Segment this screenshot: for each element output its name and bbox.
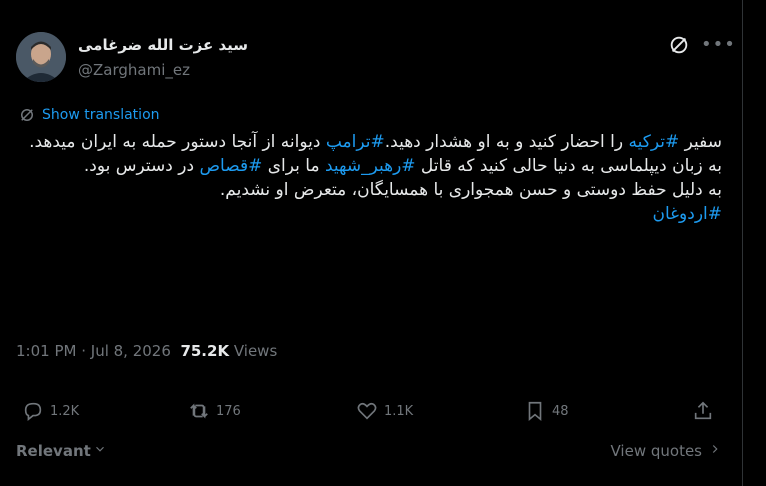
repost-icon — [190, 403, 208, 419]
hashtag-link[interactable]: #رهبر_شهید — [325, 156, 416, 176]
tweet-paragraph-3: به دلیل حفظ دوستی و حسن همجواری با همسای… — [219, 180, 722, 200]
tweet-meta: 1:01 PM · Jul 8, 2026 75.2K Views — [16, 342, 277, 360]
text-span: به زبان دیپلماسی به دنیا حالی کنید که قا… — [415, 156, 722, 176]
repost-button[interactable]: 176 — [188, 400, 241, 422]
replies-controls: Relevant View quotes — [16, 442, 722, 466]
text-span: را احضار کنید و به او هشدار دهید. — [384, 132, 629, 152]
reply-icon — [24, 402, 42, 421]
chevron-right-icon — [708, 442, 722, 460]
text-span: دیوانه از آنجا دستور حمله به ایران میدهد… — [29, 132, 326, 152]
show-translation-label: Show translation — [42, 107, 160, 123]
heart-icon — [357, 402, 377, 420]
bookmark-count: 48 — [552, 403, 569, 419]
tweet-paragraph-4: #اردوغان — [16, 202, 722, 226]
hashtag-link[interactable]: #اردوغان — [652, 204, 722, 224]
hashtag-link[interactable]: #ترامپ — [326, 132, 385, 152]
share-button[interactable] — [692, 400, 714, 422]
avatar[interactable] — [16, 32, 66, 82]
bookmark-icon — [528, 401, 542, 422]
sort-label: Relevant — [16, 442, 91, 460]
tweet-paragraph-2: به زبان دیپلماسی به دنیا حالی کنید که قا… — [16, 154, 722, 178]
text-span: در دسترس بود. — [83, 156, 200, 176]
chevron-down-icon — [93, 442, 107, 460]
text-span: ما برای — [262, 156, 325, 176]
view-quotes-link[interactable]: View quotes — [611, 442, 723, 460]
action-bar: 1.2K 176 1.1K 48 — [16, 400, 722, 428]
reply-count: 1.2K — [50, 403, 80, 419]
hashtag-link[interactable]: #قصاص — [199, 156, 262, 176]
tweet-card: سید عزت الله ضرغامی @Zarghami_ez ••• Sho… — [0, 0, 743, 486]
more-icon[interactable]: ••• — [701, 34, 735, 56]
views-count: 75.2K — [180, 342, 230, 360]
hashtag-link[interactable]: #ترکیه — [629, 132, 680, 152]
translate-icon — [21, 109, 33, 121]
sort-dropdown[interactable]: Relevant — [16, 442, 107, 460]
views-label: Views — [229, 342, 278, 360]
author-handle[interactable]: @Zarghami_ez — [78, 61, 190, 79]
author-display-name[interactable]: سید عزت الله ضرغامی — [78, 36, 248, 54]
show-translation-link[interactable]: Show translation — [18, 106, 160, 124]
like-count: 1.1K — [384, 403, 414, 419]
tweet-date[interactable]: Jul 8, 2026 — [91, 342, 171, 360]
tweet-paragraph-1: سفیر #ترکیه را احضار کنید و به او هشدار … — [16, 130, 722, 154]
bookmark-button[interactable]: 48 — [524, 400, 569, 422]
grok-icon[interactable] — [668, 34, 690, 56]
meta-separator: · — [76, 342, 91, 360]
share-icon — [694, 401, 712, 420]
avatar-image — [16, 32, 66, 82]
repost-count: 176 — [216, 403, 241, 419]
view-quotes-label: View quotes — [610, 442, 703, 460]
like-button[interactable]: 1.1K — [356, 400, 413, 422]
tweet-text: سفیر #ترکیه را احضار کنید و به او هشدار … — [16, 130, 722, 226]
text-span: سفیر — [679, 132, 722, 152]
reply-button[interactable]: 1.2K — [22, 400, 79, 422]
tweet-time[interactable]: 1:01 PM — [16, 342, 76, 360]
